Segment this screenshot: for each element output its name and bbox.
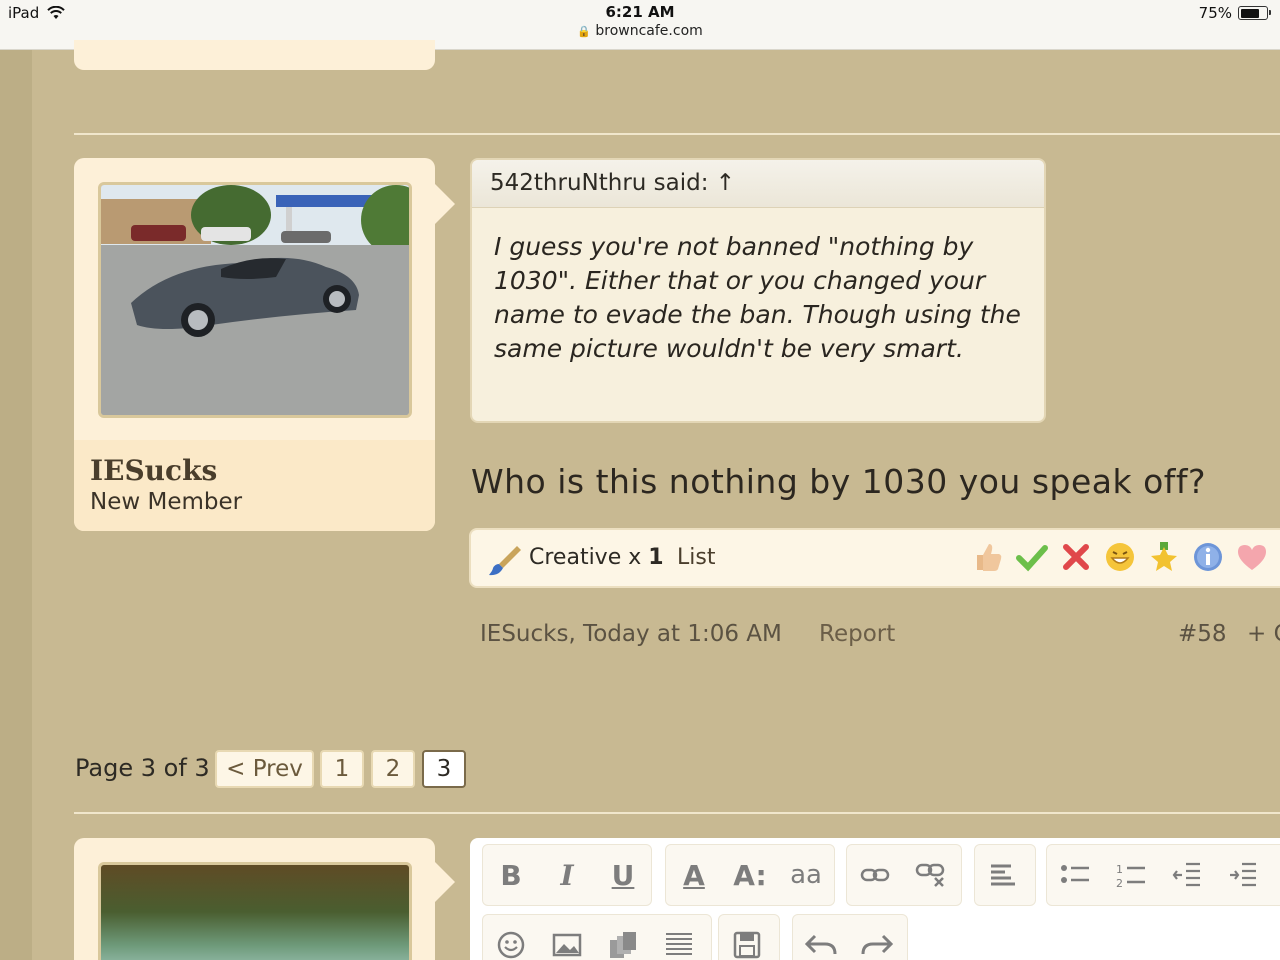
bullet-list-icon[interactable] [1047, 844, 1103, 906]
url-text: browncafe.com [595, 23, 703, 39]
font-size-button[interactable]: A: [722, 844, 778, 906]
toolbar-group-insert [482, 914, 712, 960]
toolbar-group-save [718, 914, 780, 960]
numbered-list-icon[interactable]: 12 [1103, 844, 1159, 906]
unlink-icon[interactable] [903, 844, 959, 906]
media-icon[interactable] [595, 914, 651, 960]
multiquote-link[interactable]: + C [1247, 621, 1280, 647]
user-title: New Member [90, 489, 243, 515]
font-family-button[interactable]: aa [778, 844, 834, 906]
user-card: IESucks New Member [74, 158, 455, 531]
battery-percent: 75% [1198, 4, 1232, 22]
prev-page-button[interactable]: < Prev [215, 750, 314, 788]
award-star-icon[interactable] [1147, 540, 1181, 574]
post-divider [74, 133, 1280, 135]
reply-editor[interactable]: B I U A A: aa 12 [470, 838, 1280, 960]
ratings-list-link[interactable]: List [677, 545, 715, 570]
svg-text:2: 2 [1116, 877, 1123, 888]
svg-text:1: 1 [1116, 863, 1123, 876]
avatar[interactable] [98, 182, 412, 418]
thumbs-up-icon[interactable] [971, 540, 1005, 574]
redo-icon[interactable] [849, 914, 905, 960]
page-2-button[interactable]: 2 [371, 750, 415, 788]
quote-text: I guess you're not banned "nothing by 10… [494, 232, 1021, 363]
quote-attribution[interactable]: 542thruNthru said: ↑ [472, 160, 1044, 208]
toolbar-group-font: A A: aa [665, 844, 835, 906]
link-icon[interactable] [847, 844, 903, 906]
post-message: Who is this nothing by 1030 you speak of… [471, 462, 1207, 501]
reply-divider [74, 812, 1280, 814]
clock: 6:21 AM [605, 3, 675, 21]
report-link[interactable]: Report [819, 621, 895, 647]
page-label: Page 3 of 3 [75, 754, 210, 782]
reply-user-card [74, 838, 455, 960]
toolbar-group-lists: 12 [1046, 844, 1280, 906]
funny-face-icon[interactable] [1103, 540, 1137, 574]
toolbar-group-history [792, 914, 908, 960]
code-block-icon[interactable] [651, 914, 707, 960]
previous-post-user-card [74, 40, 435, 70]
font-color-button[interactable]: A [666, 844, 722, 906]
username[interactable]: IESucks [90, 454, 217, 487]
reply-user-card-pointer [435, 862, 455, 902]
rating-label: Creative x [529, 545, 642, 570]
toolbar-group-links [846, 844, 962, 906]
avatar-photo-corvette [101, 185, 409, 415]
smilie-icon[interactable] [483, 914, 539, 960]
user-card-pointer [435, 184, 455, 224]
quote-block: 542thruNthru said: ↑ I guess you're not … [470, 158, 1046, 423]
image-icon[interactable] [539, 914, 595, 960]
toolbar-group-text-style: B I U [482, 844, 652, 906]
align-left-icon[interactable] [975, 844, 1031, 906]
battery-fill [1240, 8, 1260, 18]
address-bar[interactable]: 🔒 browncafe.com [0, 23, 1280, 39]
disagree-x-icon[interactable] [1059, 540, 1093, 574]
toolbar-group-align [974, 844, 1036, 906]
post-author-date[interactable]: IESucks, Today at 1:06 AM [480, 621, 782, 647]
heart-icon[interactable] [1235, 540, 1269, 574]
page-1-button[interactable]: 1 [320, 750, 364, 788]
ratings-bar: Creative x 1 List [469, 528, 1280, 588]
bold-button[interactable]: B [483, 844, 539, 906]
left-sidebar-strip [0, 50, 32, 960]
informative-icon[interactable] [1191, 540, 1225, 574]
italic-button[interactable]: I [539, 844, 595, 906]
save-draft-icon[interactable] [719, 914, 775, 960]
battery-icon [1238, 6, 1271, 20]
undo-icon[interactable] [793, 914, 849, 960]
lock-icon: 🔒 [577, 25, 591, 38]
checkmark-icon[interactable] [1015, 540, 1049, 574]
outdent-icon[interactable] [1159, 844, 1215, 906]
reply-avatar[interactable] [98, 862, 412, 960]
paintbrush-icon [489, 546, 521, 576]
post-number-link[interactable]: #58 [1178, 621, 1227, 647]
underline-button[interactable]: U [595, 844, 651, 906]
page-3-button[interactable]: 3 [422, 750, 466, 788]
indent-icon[interactable] [1215, 844, 1271, 906]
rating-count: 1 [648, 545, 664, 570]
